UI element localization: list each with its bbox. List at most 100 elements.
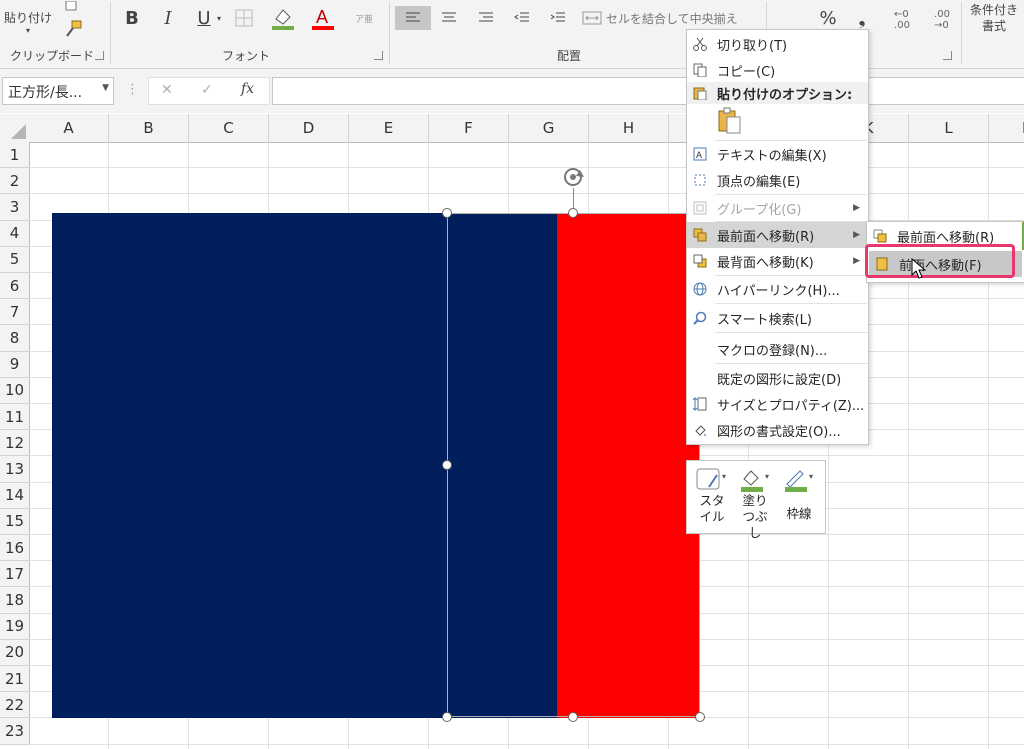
submenu-item-bring-forward[interactable]: 前面へ移動(F) — [869, 251, 1022, 277]
outline-button[interactable]: ▾ 枠線 — [779, 467, 819, 522]
decrease-indent-icon[interactable] — [510, 6, 534, 30]
row-header[interactable]: 5 — [0, 246, 30, 273]
borders-icon[interactable] — [232, 6, 256, 30]
resize-handle[interactable] — [442, 712, 452, 722]
menu-item-edit-points[interactable]: 頂点の編集(E) — [687, 167, 868, 193]
column-header[interactable]: L — [909, 114, 989, 143]
menu-item-group[interactable]: グループ化(G) ▶ — [687, 195, 868, 221]
row-header[interactable]: 8 — [0, 325, 30, 352]
style-button[interactable]: ▾ スタイル — [692, 467, 732, 525]
row-header[interactable]: 16 — [0, 535, 30, 562]
cancel-icon[interactable]: ✕ — [161, 82, 173, 98]
menu-item-smart-lookup[interactable]: スマート検索(L) — [687, 305, 868, 331]
align-center-button[interactable] — [437, 6, 461, 30]
row-header[interactable]: 15 — [0, 508, 30, 535]
row-header[interactable]: 12 — [0, 430, 30, 457]
row-header[interactable]: 9 — [0, 351, 30, 378]
rotate-handle-icon[interactable] — [561, 165, 587, 189]
menu-item-cut[interactable]: 切り取り(T) — [687, 31, 868, 57]
font-color-icon[interactable]: A — [310, 4, 336, 32]
number-launcher-icon[interactable] — [943, 51, 952, 60]
fill-color-icon[interactable] — [270, 4, 296, 32]
fill-button[interactable]: ▾ 塗りつぶし — [735, 467, 775, 541]
row-header[interactable]: 7 — [0, 299, 30, 326]
name-box[interactable]: 正方形/長... ▼ — [2, 77, 114, 105]
resize-handle[interactable] — [442, 208, 452, 218]
italic-button[interactable]: I — [156, 6, 180, 30]
submenu-arrow-icon: ▶ — [853, 230, 860, 240]
merge-center-label: セルを結合して中央揃え — [606, 11, 738, 26]
conditional-format-button[interactable]: 条件付き 書式 — [966, 0, 1022, 36]
column-header[interactable]: G — [509, 114, 589, 143]
menu-item-set-default-shape[interactable]: 既定の図形に設定(D) — [687, 365, 868, 391]
merge-center-button[interactable]: セルを結合して中央揃え — [582, 6, 752, 30]
row-header[interactable]: 2 — [0, 168, 30, 195]
menu-item-edit-text[interactable]: A テキストの編集(X) — [687, 141, 868, 167]
row-header[interactable]: 13 — [0, 456, 30, 483]
row-header[interactable]: 23 — [0, 718, 30, 745]
submenu-item-bring-to-front[interactable]: 最前面へ移動(R) — [867, 223, 1024, 249]
percent-button[interactable]: % — [816, 6, 840, 30]
increase-indent-icon[interactable] — [546, 6, 570, 30]
resize-handle[interactable] — [695, 712, 705, 722]
align-left-button[interactable] — [395, 6, 431, 30]
column-header[interactable]: A — [29, 114, 109, 143]
menu-item-send-to-back[interactable]: 最背面へ移動(K) ▶ — [687, 248, 868, 274]
paste-option-button[interactable] — [717, 107, 745, 135]
row-header[interactable]: 6 — [0, 273, 30, 300]
row-header[interactable]: 18 — [0, 587, 30, 614]
navy-rectangle-shape[interactable] — [52, 213, 557, 718]
clipboard-launcher-icon[interactable] — [95, 51, 104, 60]
row-header[interactable]: 3 — [0, 194, 30, 221]
menu-item-label: グループ化(G) — [717, 202, 802, 218]
ruby-icon[interactable]: ア亜 — [352, 6, 376, 30]
shape-style-icon: ▾ — [696, 468, 726, 490]
chevron-down-icon[interactable]: ▾ — [214, 10, 224, 26]
resize-handle[interactable] — [568, 208, 578, 218]
bold-button[interactable]: B — [120, 6, 144, 30]
row-header[interactable]: 1 — [0, 142, 30, 169]
menu-item-bring-to-front[interactable]: 最前面へ移動(R) ▶ — [687, 222, 868, 248]
resize-handle[interactable] — [442, 460, 452, 470]
menu-item-hyperlink[interactable]: ハイパーリンク(H)... — [687, 276, 868, 302]
underline-button[interactable]: U — [192, 6, 216, 30]
formula-input[interactable] — [272, 77, 1024, 105]
row-header[interactable]: 17 — [0, 561, 30, 588]
copy-icon[interactable] — [62, 0, 82, 12]
decrease-decimal-button[interactable]: .00 →0 — [924, 6, 960, 34]
row-header[interactable]: 22 — [0, 692, 30, 719]
row-header[interactable]: 4 — [0, 220, 30, 247]
align-right-button[interactable] — [474, 6, 498, 30]
column-header[interactable]: E — [349, 114, 429, 143]
paste-button[interactable]: 貼り付け ▾ — [2, 2, 54, 42]
enter-icon[interactable]: ✓ — [201, 82, 213, 98]
column-header[interactable]: M — [989, 114, 1024, 143]
row-header[interactable]: 21 — [0, 666, 30, 693]
font-launcher-icon[interactable] — [374, 51, 383, 60]
menu-item-copy[interactable]: コピー(C) — [687, 57, 868, 83]
column-header[interactable]: C — [189, 114, 269, 143]
row-header[interactable]: 19 — [0, 613, 30, 640]
menu-item-assign-macro[interactable]: マクロの登録(N)... — [687, 336, 868, 362]
row-header[interactable]: 20 — [0, 639, 30, 666]
row-header[interactable]: 14 — [0, 482, 30, 509]
select-all-button[interactable] — [0, 114, 30, 143]
mini-toolbar: ▾ スタイル ▾ 塗りつぶし ▾ 枠線 — [686, 460, 826, 540]
format-painter-icon[interactable] — [62, 18, 84, 40]
column-header[interactable]: D — [269, 114, 349, 143]
row-header[interactable]: 10 — [0, 377, 30, 404]
row-header[interactable]: 11 — [0, 404, 30, 431]
menu-item-size-properties[interactable]: サイズとプロパティ(Z)... — [687, 391, 868, 417]
column-header[interactable]: B — [109, 114, 189, 143]
column-header[interactable]: F — [429, 114, 509, 143]
menu-divider — [715, 363, 867, 364]
menu-item-format-shape[interactable]: 図形の書式設定(O)... — [687, 417, 868, 443]
increase-decimal-button[interactable]: ←0 .00 — [884, 6, 920, 34]
comma-button[interactable]: ❟ — [852, 6, 872, 30]
resize-handle[interactable] — [568, 712, 578, 722]
chevron-down-icon[interactable]: ▼ — [102, 83, 109, 93]
column-header[interactable]: H — [589, 114, 669, 143]
divider — [961, 2, 962, 64]
insert-function-icon[interactable]: fx — [241, 81, 254, 97]
red-rectangle-shape[interactable] — [557, 213, 700, 718]
